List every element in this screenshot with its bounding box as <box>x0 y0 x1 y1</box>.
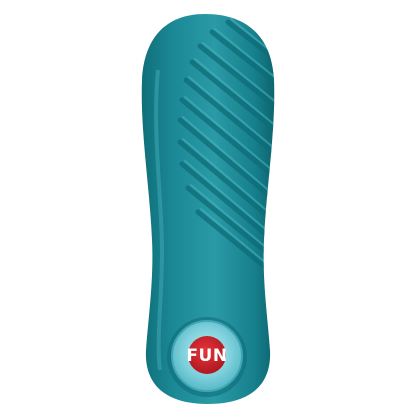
product-photo: FUN <box>0 0 416 416</box>
logo-text: FUN <box>186 346 227 366</box>
vibrator-illustration: FUN <box>141 14 275 404</box>
